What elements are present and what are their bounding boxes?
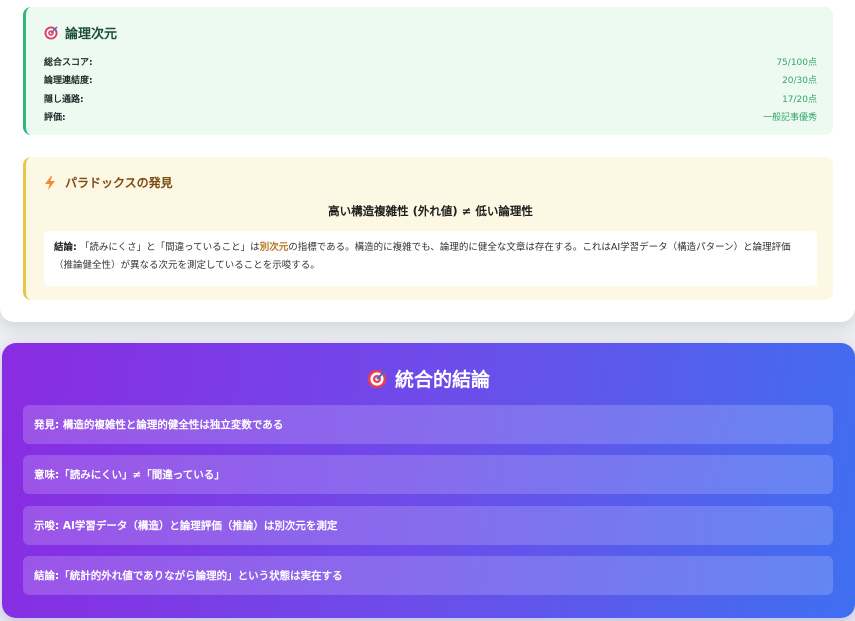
paradox-title: パラドックスの発見 <box>65 176 173 190</box>
metric-row: 総合スコア: 75/100点 <box>44 52 817 71</box>
logic-dimension-panel: 論理次元 総合スコア: 75/100点 論理連結度: 20/30点 隠し通路: … <box>23 7 833 135</box>
metric-label: 隠し通路: <box>44 94 84 105</box>
metric-row: 論理連結度: 20/30点 <box>44 71 817 90</box>
conclusion-item: 示唆: AI学習データ（構造）と論理評価（推論）は別次元を測定 <box>23 506 833 545</box>
paradox-panel: パラドックスの発見 高い構造複雑性 (外れ値) ≠ 低い論理性 結論: 「読みに… <box>23 157 833 300</box>
final-title: 統合的結論 <box>394 369 490 391</box>
conclusion-box: 結論: 「読みにくさ」と「間違っていること」は別次元の指標である。構造的に複雑で… <box>44 231 817 286</box>
target-icon <box>44 26 58 40</box>
metric-value: 20/30点 <box>782 76 817 87</box>
conclusion-highlight: 別次元 <box>259 242 289 253</box>
metric-row: 隠し通路: 17/20点 <box>44 89 817 108</box>
paradox-formula: 高い構造複雑性 (外れ値) ≠ 低い論理性 <box>328 204 533 218</box>
final-conclusion-card: 統合的結論 発見: 構造的複雑性と論理的健全性は独立変数である 意味:「読みにく… <box>2 343 855 618</box>
paradox-header: パラドックスの発見 <box>44 174 817 191</box>
conclusion-item: 意味:「読みにくい」≠「間違っている」 <box>23 455 833 494</box>
lightning-icon <box>44 175 58 190</box>
metric-label: 総合スコア: <box>44 57 93 68</box>
conclusion-prefix: 結論: <box>54 242 77 253</box>
metric-value: 17/20点 <box>782 94 817 105</box>
metric-list: 総合スコア: 75/100点 論理連結度: 20/30点 隠し通路: 17/20… <box>44 52 817 126</box>
metric-row: 評価: 一般記事優秀 <box>44 108 817 127</box>
final-header: 統合的結論 <box>2 365 855 392</box>
logic-header: 論理次元 <box>44 23 817 42</box>
logic-title: 論理次元 <box>65 27 118 42</box>
conclusion-item: 発見: 構造的複雑性と論理的健全性は独立変数である <box>23 405 833 444</box>
metric-value: 75/100点 <box>776 57 817 68</box>
target-icon <box>367 369 387 389</box>
metric-label: 評価: <box>44 113 66 124</box>
conclusion-item: 結論:「統計的外れ値でありながら論理的」という状態は実在する <box>23 556 833 595</box>
conclusion-text-start: 「読みにくさ」と「間違っていること」は <box>79 242 260 253</box>
metric-label: 論理連結度: <box>44 76 93 87</box>
metric-value: 一般記事優秀 <box>762 113 817 124</box>
